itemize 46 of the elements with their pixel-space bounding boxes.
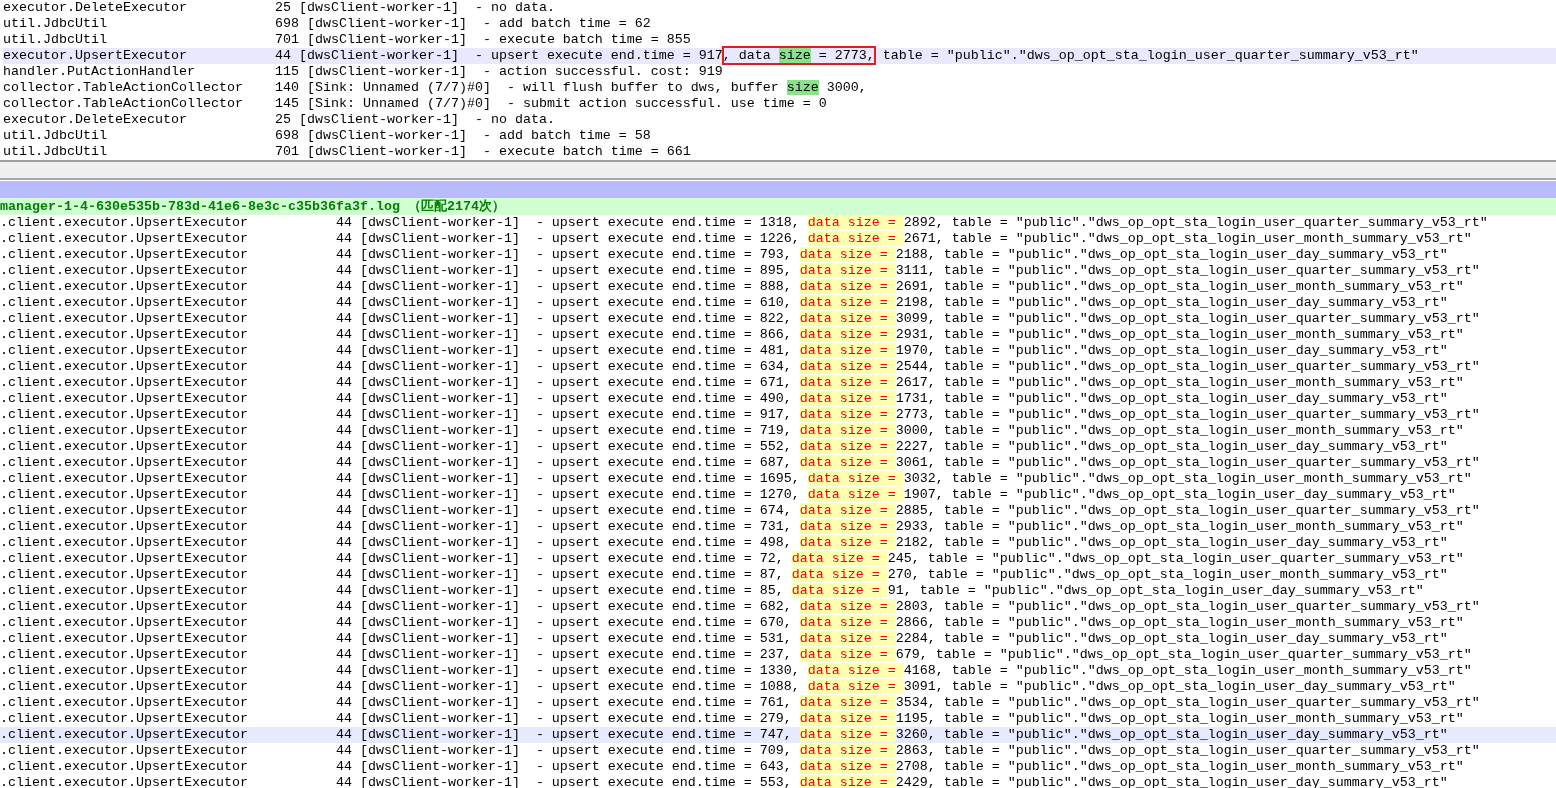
log-line: util.JdbcUtil 701 [dwsClient-worker-1] - execute batch time = 855 [3,32,692,48]
log-line: executor.DeleteExecutor 25 [dwsClient-worker-1] - no data. [3,112,556,128]
file-header[interactable]: manager-1-4-630e535b-783d-41e6-8e3c-c35b36fa3f.log （匹配2174次） [0,198,1556,215]
log-line: .client.executor.UpsertExecutor 44 [dwsClient-worker-1] - upsert execute end.time = 531, data size = 2284, table = "public"."dws_op_opt_sta_login_user_day_summary_v53_rt" [0,631,1449,647]
log-line: .client.executor.UpsertExecutor 44 [dwsClient-worker-1] - upsert execute end.time = 822, data size = 3099, table = "public"."dws_op_opt_sta_login_user_quarter_summary_v53_rt" [0,311,1481,327]
log-line: .client.executor.UpsertExecutor 44 [dwsClient-worker-1] - upsert execute end.time = 610, data size = 2198, table = "public"."dws_op_opt_sta_login_user_day_summary_v53_rt" [0,295,1449,311]
log-line: .client.executor.UpsertExecutor 44 [dwsClient-worker-1] - upsert execute end.time = 687, data size = 3061, table = "public"."dws_op_opt_sta_login_user_quarter_summary_v53_rt" [0,455,1481,471]
log-line: .client.executor.UpsertExecutor 44 [dwsClient-worker-1] - upsert execute end.time = 237, data size = 679, table = "public"."dws_op_opt_sta_login_user_quarter_summary_v53_rt" [0,647,1473,663]
log-line: .client.executor.UpsertExecutor 44 [dwsClient-worker-1] - upsert execute end.time = 490, data size = 1731, table = "public"."dws_op_opt_sta_login_user_day_summary_v53_rt" [0,391,1449,407]
log-line: .client.executor.UpsertExecutor 44 [dwsClient-worker-1] - upsert execute end.time = 634, data size = 2544, table = "public"."dws_op_opt_sta_login_user_quarter_summary_v53_rt" [0,359,1481,375]
log-line: util.JdbcUtil 698 [dwsClient-worker-1] - add batch time = 58 [3,128,652,144]
log-line: .client.executor.UpsertExecutor 44 [dwsClient-worker-1] - upsert execute end.time = 670, data size = 2866, table = "public"."dws_op_opt_sta_login_user_month_summary_v53_rt" [0,615,1465,631]
log-line: .client.executor.UpsertExecutor 44 [dwsClient-worker-1] - upsert execute end.time = 895, data size = 3111, table = "public"."dws_op_opt_sta_login_user_quarter_summary_v53_rt" [0,263,1481,279]
log-line: .client.executor.UpsertExecutor 44 [dwsClient-worker-1] - upsert execute end.time = 481, data size = 1970, table = "public"."dws_op_opt_sta_login_user_day_summary_v53_rt" [0,343,1449,359]
log-line: .client.executor.UpsertExecutor 44 [dwsClient-worker-1] - upsert execute end.time = 888, data size = 2691, table = "public"."dws_op_opt_sta_login_user_month_summary_v53_rt" [0,279,1465,295]
log-line: .client.executor.UpsertExecutor 44 [dwsClient-worker-1] - upsert execute end.time = 1330, data size = 4168, table = "public"."dws_op_opt_sta_login_user_month_summary_v53_rt" [0,663,1473,679]
log-line: collector.TableActionCollector 140 [Sink: Unnamed (7/7)#0] - will flush buffer to dws, buffer size 3000, [3,80,868,96]
log-line: .client.executor.UpsertExecutor 44 [dwsClient-worker-1] - upsert execute end.time = 1088, data size = 3091, table = "public"."dws_op_opt_sta_login_user_day_summary_v53_rt" [0,679,1457,695]
log-line: handler.PutActionHandler 115 [dwsClient-worker-1] - action successful. cost: 919 [3,64,724,80]
log-line: collector.TableActionCollector 145 [Sink: Unnamed (7/7)#0] - submit action successful. use time = 0 [3,96,828,112]
log-line: .client.executor.UpsertExecutor 44 [dwsClient-worker-1] - upsert execute end.time = 72, data size = 245, table = "public"."dws_op_opt_sta_login_user_quarter_summary_v53_rt" [0,551,1465,567]
log-line: .client.executor.UpsertExecutor 44 [dwsClient-worker-1] - upsert execute end.time = 1318, data size = 2892, table = "public"."dws_op_opt_sta_login_user_quarter_summary_v53_rt" [0,215,1489,231]
log-line: util.JdbcUtil 701 [dwsClient-worker-1] - execute batch time = 661 [3,144,692,160]
log-line: .client.executor.UpsertExecutor 44 [dwsClient-worker-1] - upsert execute end.time = 1695, data size = 3032, table = "public"."dws_op_opt_sta_login_user_month_summary_v53_rt" [0,471,1473,487]
log-line: executor.DeleteExecutor 25 [dwsClient-worker-1] - no data. [3,0,556,16]
log-line: .client.executor.UpsertExecutor 44 [dwsClient-worker-1] - upsert execute end.time = 553, data size = 2429, table = "public"."dws_op_opt_sta_login_user_day_summary_v53_rt" [0,775,1449,788]
log-line: .client.executor.UpsertExecutor 44 [dwsClient-worker-1] - upsert execute end.time = 866, data size = 2931, table = "public"."dws_op_opt_sta_login_user_month_summary_v53_rt" [0,327,1465,343]
log-line: .client.executor.UpsertExecutor 44 [dwsClient-worker-1] - upsert execute end.time = 643, data size = 2708, table = "public"."dws_op_opt_sta_login_user_month_summary_v53_rt" [0,759,1465,775]
log-line: .client.executor.UpsertExecutor 44 [dwsClient-worker-1] - upsert execute end.time = 279, data size = 1195, table = "public"."dws_op_opt_sta_login_user_month_summary_v53_rt" [0,711,1465,727]
log-line: .client.executor.UpsertExecutor 44 [dwsClient-worker-1] - upsert execute end.time = 498, data size = 2182, table = "public"."dws_op_opt_sta_login_user_day_summary_v53_rt" [0,535,1449,551]
log-line: .client.executor.UpsertExecutor 44 [dwsClient-worker-1] - upsert execute end.time = 709, data size = 2863, table = "public"."dws_op_opt_sta_login_user_quarter_summary_v53_rt" [0,743,1481,759]
log-line: .client.executor.UpsertExecutor 44 [dwsClient-worker-1] - upsert execute end.time = 917, data size = 2773, table = "public"."dws_op_opt_sta_login_user_quarter_summary_v53_rt" [0,407,1481,423]
log-line: .client.executor.UpsertExecutor 44 [dwsClient-worker-1] - upsert execute end.time = 674, data size = 2885, table = "public"."dws_op_opt_sta_login_user_quarter_summary_v53_rt" [0,503,1481,519]
log-line: .client.executor.UpsertExecutor 44 [dwsClient-worker-1] - upsert execute end.time = 1226, data size = 2671, table = "public"."dws_op_opt_sta_login_user_month_summary_v53_rt" [0,231,1473,247]
log-line: .client.executor.UpsertExecutor 44 [dwsClient-worker-1] - upsert execute end.time = 1270, data size = 1907, table = "public"."dws_op_opt_sta_login_user_day_summary_v53_rt" [0,487,1457,503]
log-line: .client.executor.UpsertExecutor 44 [dwsClient-worker-1] - upsert execute end.time = 719, data size = 3000, table = "public"."dws_op_opt_sta_login_user_month_summary_v53_rt" [0,423,1465,439]
log-line: .client.executor.UpsertExecutor 44 [dwsClient-worker-1] - upsert execute end.time = 761, data size = 3534, table = "public"."dws_op_opt_sta_login_user_quarter_summary_v53_rt" [0,695,1481,711]
log-line: .client.executor.UpsertExecutor 44 [dwsClient-worker-1] - upsert execute end.time = 731, data size = 2933, table = "public"."dws_op_opt_sta_login_user_month_summary_v53_rt" [0,519,1465,535]
log-line: util.JdbcUtil 698 [dwsClient-worker-1] - add batch time = 62 [3,16,652,32]
log-line: .client.executor.UpsertExecutor 44 [dwsClient-worker-1] - upsert execute end.time = 85, data size = 91, table = "public"."dws_op_opt_sta_login_user_day_summary_v53_rt" [0,583,1425,599]
log-line: .client.executor.UpsertExecutor 44 [dwsClient-worker-1] - upsert execute end.time = 793, data size = 2188, table = "public"."dws_op_opt_sta_login_user_day_summary_v53_rt" [0,247,1449,263]
log-line: .client.executor.UpsertExecutor 44 [dwsClient-worker-1] - upsert execute end.time = 552, data size = 2227, table = "public"."dws_op_opt_sta_login_user_day_summary_v53_rt" [0,439,1449,455]
log-line: .client.executor.UpsertExecutor 44 [dwsClient-worker-1] - upsert execute end.time = 671, data size = 2617, table = "public"."dws_op_opt_sta_login_user_month_summary_v53_rt" [0,375,1465,391]
log-line: .client.executor.UpsertExecutor 44 [dwsClient-worker-1] - upsert execute end.time = 682, data size = 2803, table = "public"."dws_op_opt_sta_login_user_quarter_summary_v53_rt" [0,599,1481,615]
pane-splitter[interactable] [0,162,1556,180]
log-line: .client.executor.UpsertExecutor 44 [dwsClient-worker-1] - upsert execute end.time = 87, data size = 270, table = "public"."dws_op_opt_sta_login_user_month_summary_v53_rt" [0,567,1449,583]
